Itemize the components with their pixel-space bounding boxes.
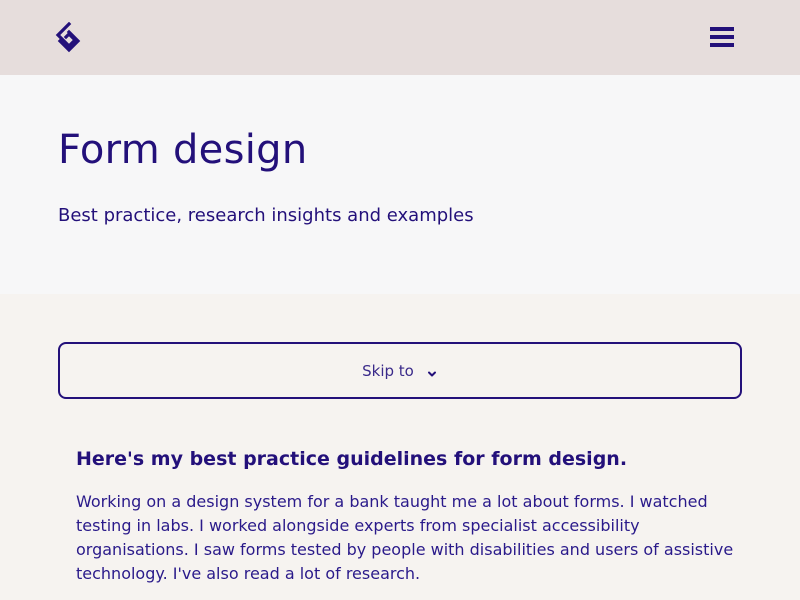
- skip-to-label: Skip to: [362, 361, 414, 380]
- skip-to-dropdown[interactable]: Skip to: [58, 342, 742, 399]
- hero-section: Form design Best practice, research insi…: [0, 75, 800, 294]
- chevron-down-icon: [426, 365, 438, 377]
- site-header: [0, 0, 800, 75]
- intro-heading: Here's my best practice guidelines for f…: [76, 448, 628, 470]
- intro-paragraph: Working on a design system for a bank ta…: [76, 492, 734, 583]
- main-content: Skip to Here's my best practice guidelin…: [0, 294, 800, 600]
- page-subtitle: Best practice, research insights and exa…: [58, 205, 474, 226]
- diamond-logo-icon[interactable]: [55, 21, 83, 56]
- page-title: Form design: [58, 127, 308, 173]
- hamburger-menu-icon[interactable]: [704, 24, 738, 52]
